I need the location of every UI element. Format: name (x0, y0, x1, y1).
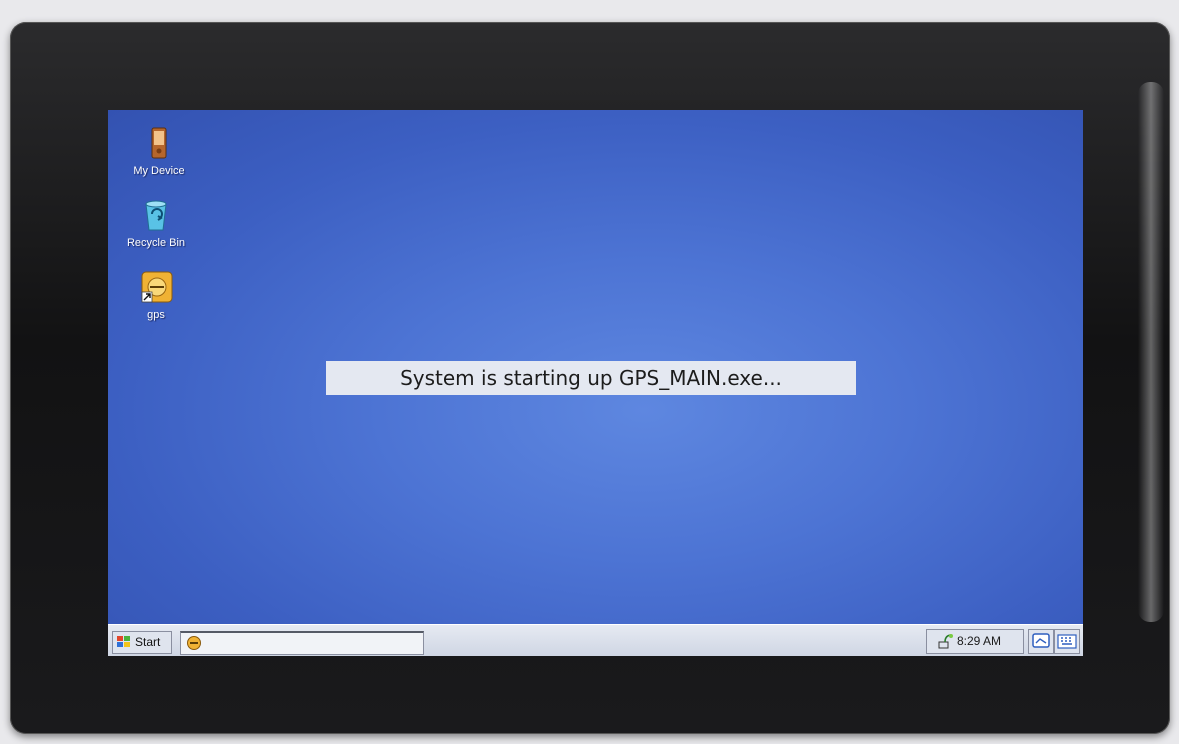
desktop-icon (1032, 633, 1050, 648)
gps-shortcut-icon (136, 270, 176, 306)
desktop-screen: My Device Recycle Bin gps System is star… (108, 110, 1083, 656)
show-desktop-button[interactable] (1028, 629, 1054, 654)
start-button[interactable]: Start (112, 631, 172, 654)
recycle-bin-icon (136, 198, 176, 234)
network-icon[interactable] (937, 633, 955, 653)
windows-flag-icon (116, 635, 132, 656)
desktop-icon-label: My Device (133, 165, 185, 177)
running-apps-area[interactable] (180, 631, 424, 655)
desktop-icon-my-device[interactable]: My Device (114, 126, 204, 177)
clock[interactable]: 8:29 AM (957, 630, 1001, 653)
taskbar: Start 8:29 AM (108, 624, 1083, 656)
pda-device-icon (139, 126, 179, 162)
gps-app-icon[interactable] (186, 635, 202, 655)
start-label: Start (135, 635, 161, 649)
desktop-icon-recycle-bin[interactable]: Recycle Bin (111, 198, 201, 249)
input-panel-button[interactable] (1054, 629, 1080, 654)
system-tray[interactable]: 8:29 AM (926, 629, 1024, 654)
keyboard-icon (1057, 634, 1077, 649)
bezel-highlight (1138, 82, 1164, 622)
desktop-icon-label: gps (147, 309, 165, 321)
desktop-icon-label: Recycle Bin (126, 237, 186, 249)
desktop-icon-gps[interactable]: gps (111, 270, 201, 321)
gps-device-frame: My Device Recycle Bin gps System is star… (10, 22, 1170, 734)
boot-status-message: System is starting up GPS_MAIN.exe... (326, 361, 856, 395)
